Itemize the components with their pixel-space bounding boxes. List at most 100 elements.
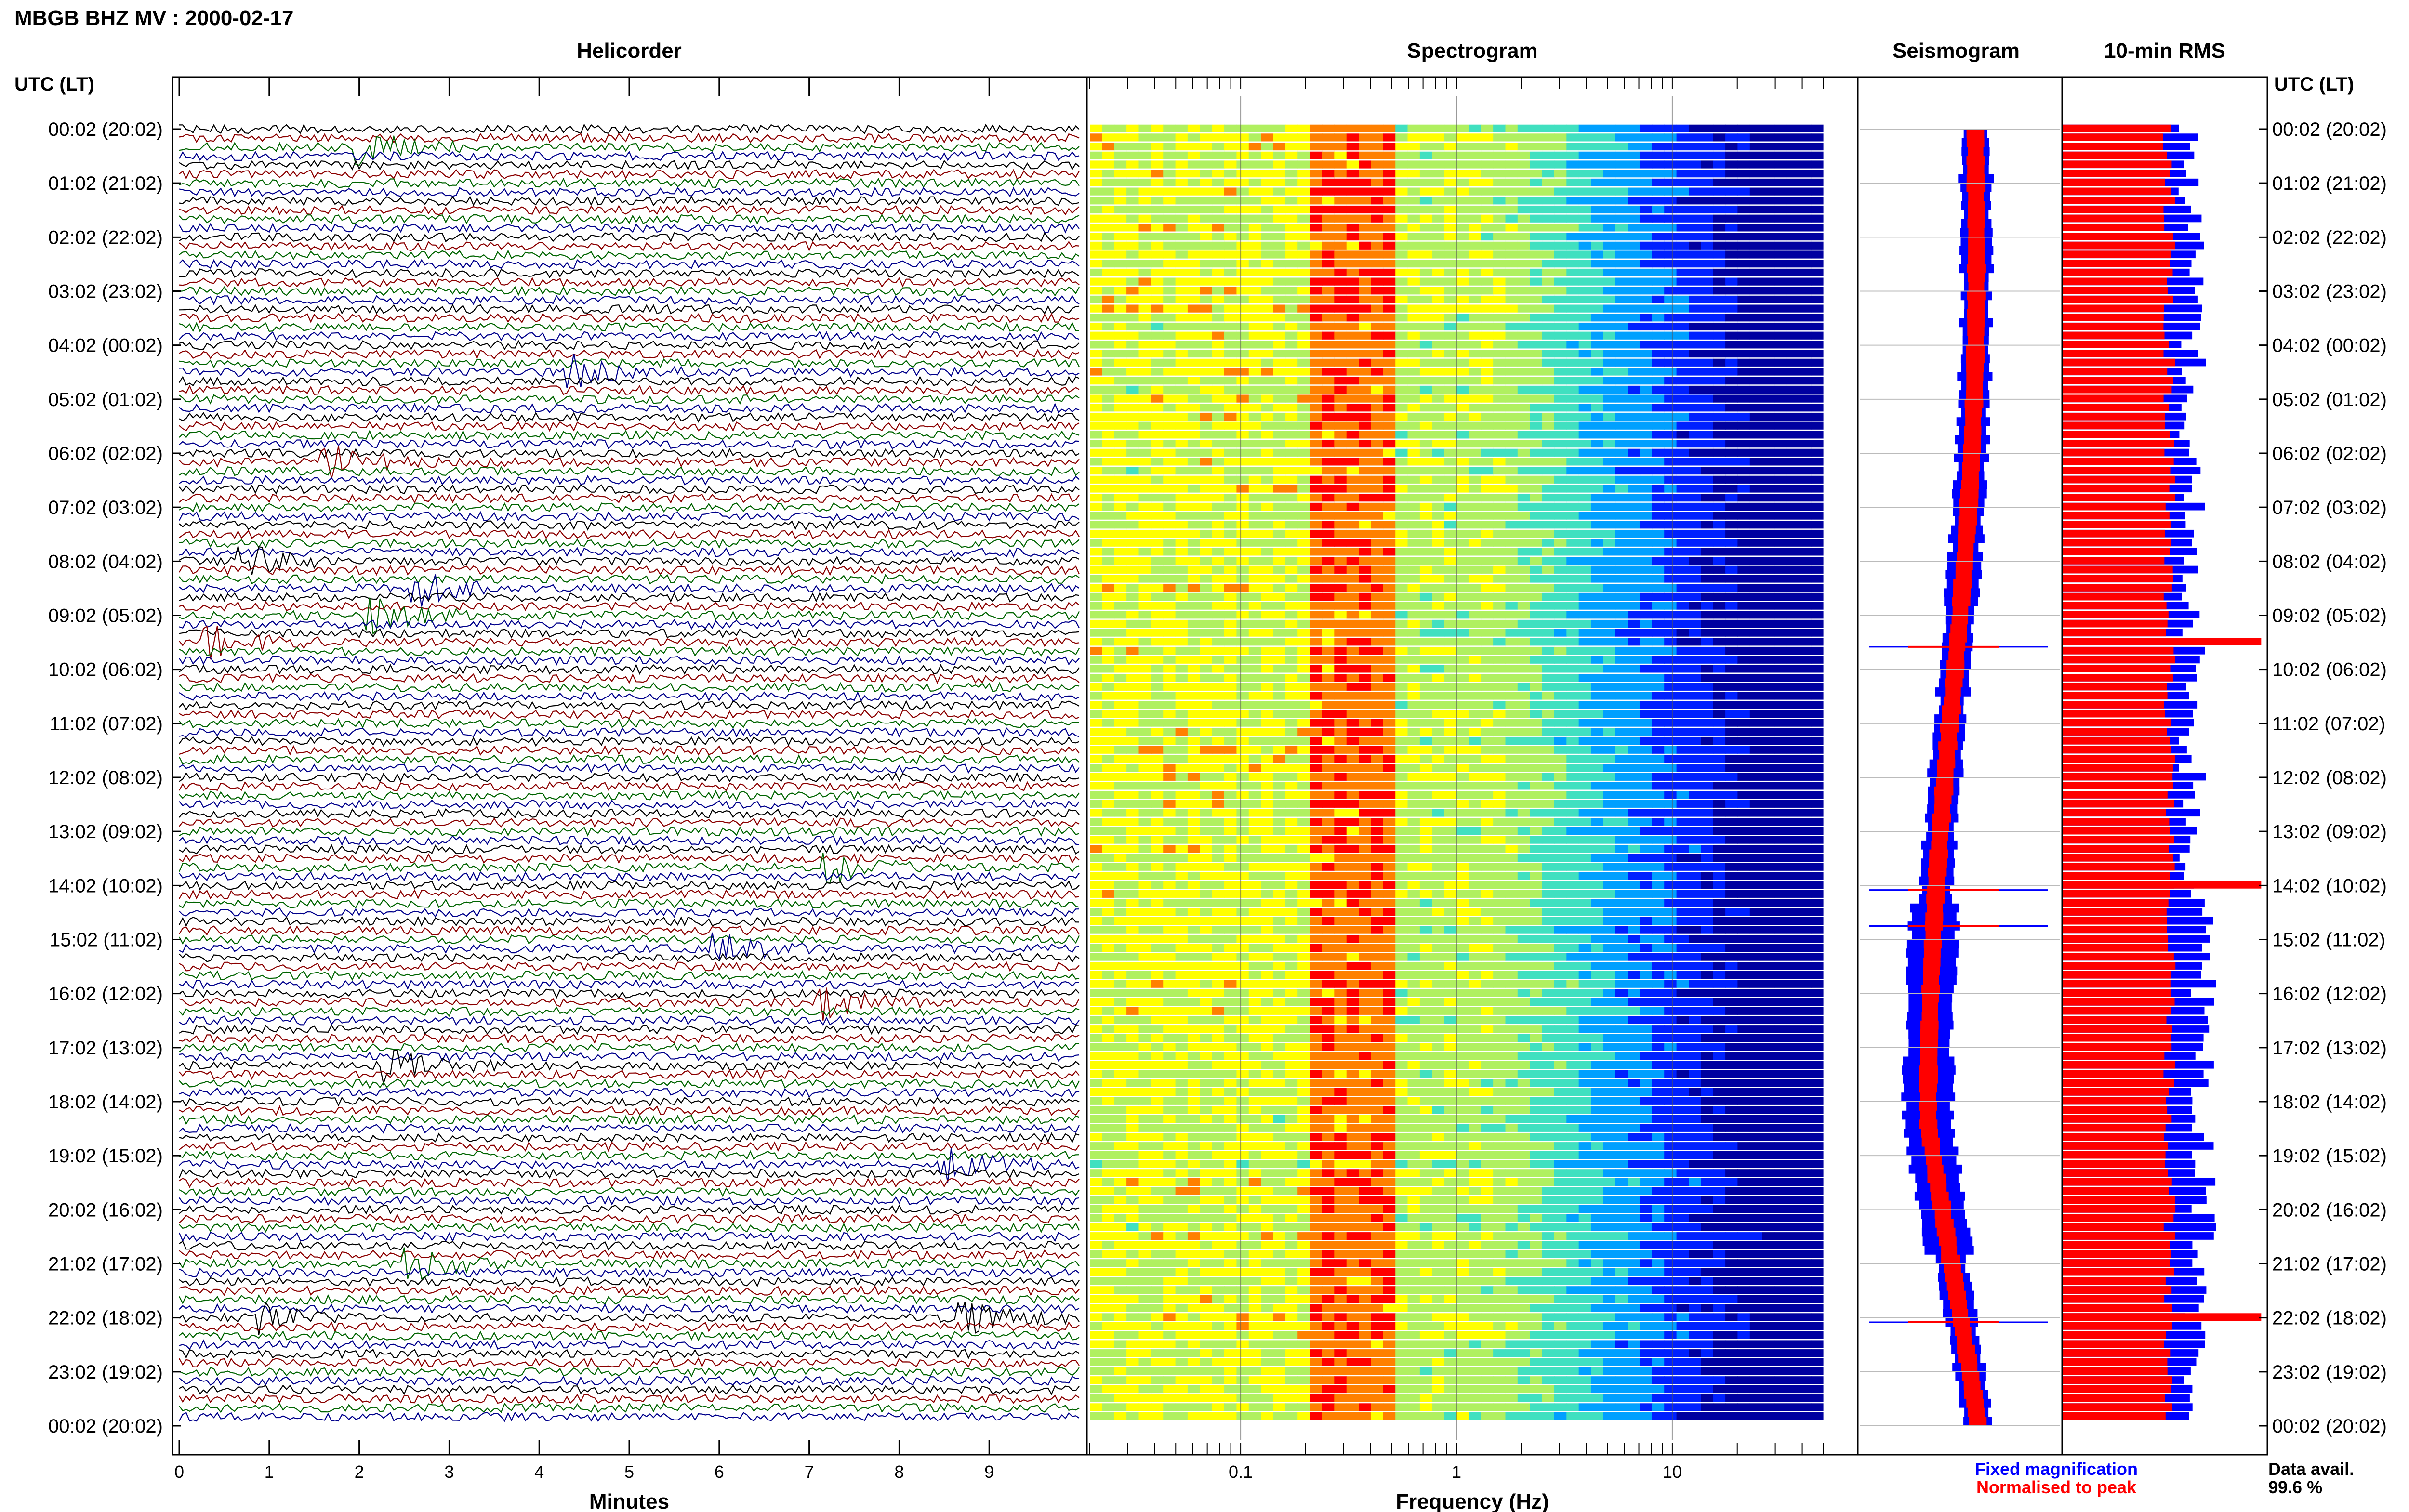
- spectrogram-cell: [1799, 197, 1812, 205]
- spectrogram-cell: [1200, 187, 1213, 196]
- spectrogram-cell: [1554, 268, 1567, 276]
- spectrogram-cell: [1407, 224, 1420, 232]
- spectrogram-cell: [1151, 674, 1164, 682]
- spectrogram-cell: [1273, 773, 1286, 781]
- spectrogram-cell: [1701, 368, 1714, 376]
- spectrogram-cell: [1811, 619, 1824, 628]
- spectrogram-cell: [1456, 845, 1469, 853]
- spectrogram-cell: [1566, 773, 1579, 781]
- spectrogram-cell: [1346, 124, 1359, 132]
- spectrogram-cell: [1762, 674, 1775, 682]
- spectrogram-cell: [1383, 475, 1396, 484]
- spectrogram-cell: [1676, 521, 1689, 529]
- helicorder-trace: [179, 700, 1080, 711]
- spectrogram-cell: [1578, 431, 1591, 439]
- spectrogram-cell: [1456, 187, 1469, 196]
- spectrogram-cell: [1664, 421, 1677, 430]
- spectrogram-cell: [1603, 170, 1616, 178]
- spectrogram-cell: [1310, 295, 1323, 303]
- spectrogram-cell: [1456, 350, 1469, 358]
- spectrogram-cell: [1310, 656, 1323, 664]
- spectrogram-cell: [1737, 170, 1750, 178]
- spectrogram-cell: [1126, 421, 1139, 430]
- spectrogram-cell: [1224, 448, 1237, 457]
- spectrogram-cell: [1628, 233, 1641, 241]
- spectrogram-cell: [1493, 133, 1506, 142]
- spectrogram-cell: [1175, 809, 1188, 817]
- spectrogram-cell: [1212, 331, 1225, 340]
- spectrogram-cell: [1737, 187, 1750, 196]
- spectrogram-cell: [1187, 548, 1200, 556]
- helicorder-trace: [179, 817, 1080, 828]
- spectrogram-cell: [1163, 736, 1176, 745]
- spectrogram-cell: [1212, 611, 1225, 619]
- spectrogram-cell: [1505, 214, 1518, 223]
- spectrogram-cell: [1762, 350, 1775, 358]
- spectrogram-cell: [1786, 683, 1799, 691]
- spectrogram-cell: [1774, 710, 1787, 718]
- spectrogram-cell: [1762, 827, 1775, 835]
- helicorder-trace: [179, 988, 1080, 999]
- spectrogram-cell: [1676, 151, 1689, 159]
- spectrogram-cell: [1310, 683, 1323, 691]
- spectrogram-cell: [1469, 539, 1482, 547]
- spectrogram-cell: [1444, 629, 1457, 637]
- spectrogram-cell: [1799, 431, 1812, 439]
- spectrogram-cell: [1505, 322, 1518, 331]
- spectrogram-cell: [1652, 529, 1665, 538]
- spectrogram-cell: [1273, 233, 1286, 241]
- spectrogram-cell: [1603, 728, 1616, 736]
- spectrogram-cell: [1102, 656, 1115, 664]
- spectrogram-cell: [1334, 151, 1347, 159]
- spectrogram-cell: [1346, 404, 1359, 412]
- spectrogram-cell: [1273, 314, 1286, 322]
- spectrogram-cell: [1126, 394, 1139, 403]
- spectrogram-cell: [1615, 412, 1628, 421]
- spectrogram-cell: [1481, 755, 1494, 763]
- spectrogram-cell: [1175, 836, 1188, 844]
- spectrogram-cell: [1297, 485, 1310, 493]
- spectrogram-cell: [1701, 809, 1714, 817]
- spectrogram-cell: [1676, 575, 1689, 583]
- spectrogram-cell: [1469, 710, 1482, 718]
- spectrogram-cell: [1359, 277, 1372, 286]
- spectrogram-cell: [1689, 260, 1701, 268]
- spectrogram-cell: [1505, 458, 1518, 466]
- spectrogram-cell: [1554, 728, 1567, 736]
- spectrogram-cell: [1297, 836, 1310, 844]
- spectrogram-cell: [1725, 260, 1738, 268]
- spectrogram-cell: [1224, 322, 1237, 331]
- spectrogram-cell: [1371, 638, 1384, 646]
- spectrogram-cell: [1701, 674, 1714, 682]
- spectrogram-cell: [1530, 818, 1543, 826]
- spectrogram-cell: [1786, 377, 1799, 385]
- helicorder-trace: [179, 1394, 1080, 1405]
- spectrogram-cell: [1419, 656, 1432, 664]
- spectrogram-cell: [1261, 548, 1274, 556]
- spectrogram-cell: [1114, 674, 1127, 682]
- spectrogram-cell: [1297, 674, 1310, 682]
- spectrogram-cell: [1444, 773, 1457, 781]
- spectrogram-cell: [1493, 773, 1506, 781]
- spectrogram-cell: [1799, 160, 1812, 169]
- spectrogram-cell: [1102, 512, 1115, 520]
- spectrogram-cell: [1725, 656, 1738, 664]
- spectrogram-cell: [1628, 502, 1641, 511]
- spectrogram-cell: [1456, 475, 1469, 484]
- spectrogram-cell: [1628, 295, 1641, 303]
- spectrogram-cell: [1212, 665, 1225, 673]
- spectrogram-cell: [1297, 584, 1310, 592]
- spectrogram-cell: [1493, 692, 1506, 700]
- spectrogram-cell: [1456, 304, 1469, 313]
- spectrogram-cell: [1505, 656, 1518, 664]
- spectrogram-cell: [1297, 394, 1310, 403]
- spectrogram-cell: [1517, 592, 1530, 601]
- spectrogram-cell: [1542, 782, 1555, 790]
- spectrogram-cell: [1493, 224, 1506, 232]
- spectrogram-cell: [1689, 485, 1701, 493]
- spectrogram-cell: [1530, 646, 1543, 655]
- spectrogram-cell: [1200, 827, 1213, 835]
- spectrogram-cell: [1481, 241, 1494, 250]
- spectrogram-cell: [1359, 241, 1372, 250]
- spectrogram-cell: [1138, 800, 1152, 808]
